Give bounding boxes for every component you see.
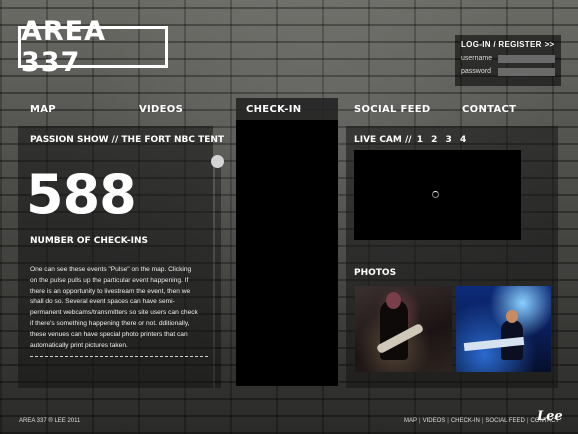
username-field[interactable] xyxy=(498,55,555,63)
checkin-count: 588 xyxy=(26,163,137,226)
footer-link-social-feed[interactable]: SOCIAL FEED xyxy=(485,418,524,424)
livecam-1-link[interactable]: 1 xyxy=(417,135,423,145)
lee-logo[interactable]: Lee xyxy=(537,409,563,424)
nav-social-feed[interactable]: SOCIAL FEED xyxy=(354,104,430,115)
livecam-2-link[interactable]: 2 xyxy=(431,135,437,145)
scroll-track[interactable] xyxy=(215,160,221,388)
loading-spinner-icon xyxy=(432,191,439,198)
footer-copyright: AREA 337 ® LEE 2011 xyxy=(19,418,81,424)
login-panel: LOG-IN / REGISTER >> username password xyxy=(455,35,561,86)
livecam-header: LIVE CAM // 1 2 3 4 xyxy=(354,135,466,145)
photo-guitarist[interactable] xyxy=(355,286,452,372)
footer-link-map[interactable]: MAP xyxy=(404,418,417,424)
username-label: username xyxy=(461,55,493,62)
divider xyxy=(30,356,208,357)
nav-contact[interactable]: CONTACT xyxy=(462,104,516,115)
nav-map[interactable]: MAP xyxy=(30,104,56,115)
footer-link-checkin[interactable]: CHECK-IN xyxy=(451,418,480,424)
login-submit-button[interactable]: >> xyxy=(545,40,554,49)
photo-keyboardist[interactable] xyxy=(456,286,551,372)
logo-text: AREA 337 xyxy=(21,16,107,78)
site-logo[interactable]: AREA 337 xyxy=(18,16,168,78)
livecam-title: LIVE CAM // xyxy=(354,135,412,145)
photos-title: PHOTOS xyxy=(354,268,397,278)
livecam-4-link[interactable]: 4 xyxy=(460,135,466,145)
livecam-3-link[interactable]: 3 xyxy=(446,135,452,145)
nav-videos[interactable]: VIDEOS xyxy=(139,104,183,115)
password-label: password xyxy=(461,68,491,75)
checkin-feed xyxy=(236,120,338,386)
nav-checkin[interactable]: CHECK-IN xyxy=(246,104,301,115)
footer-nav: MAP | VIDEOS | CHECK-IN | SOCIAL FEED | CONTACT xyxy=(404,418,559,424)
password-field[interactable] xyxy=(498,68,555,76)
scroll-handle[interactable] xyxy=(211,155,224,168)
login-register-link[interactable]: LOG-IN / REGISTER xyxy=(461,40,542,49)
photo-figure-head xyxy=(506,310,518,323)
footer-link-videos[interactable]: VIDEOS xyxy=(423,418,446,424)
checkin-count-label: NUMBER OF CHECK-INS xyxy=(30,236,148,246)
event-description: One can see these events "Pulse" on the … xyxy=(30,266,198,349)
event-title: PASSION SHOW // THE FORT NBC TENT xyxy=(30,135,225,145)
photo-figure-head xyxy=(386,292,401,309)
